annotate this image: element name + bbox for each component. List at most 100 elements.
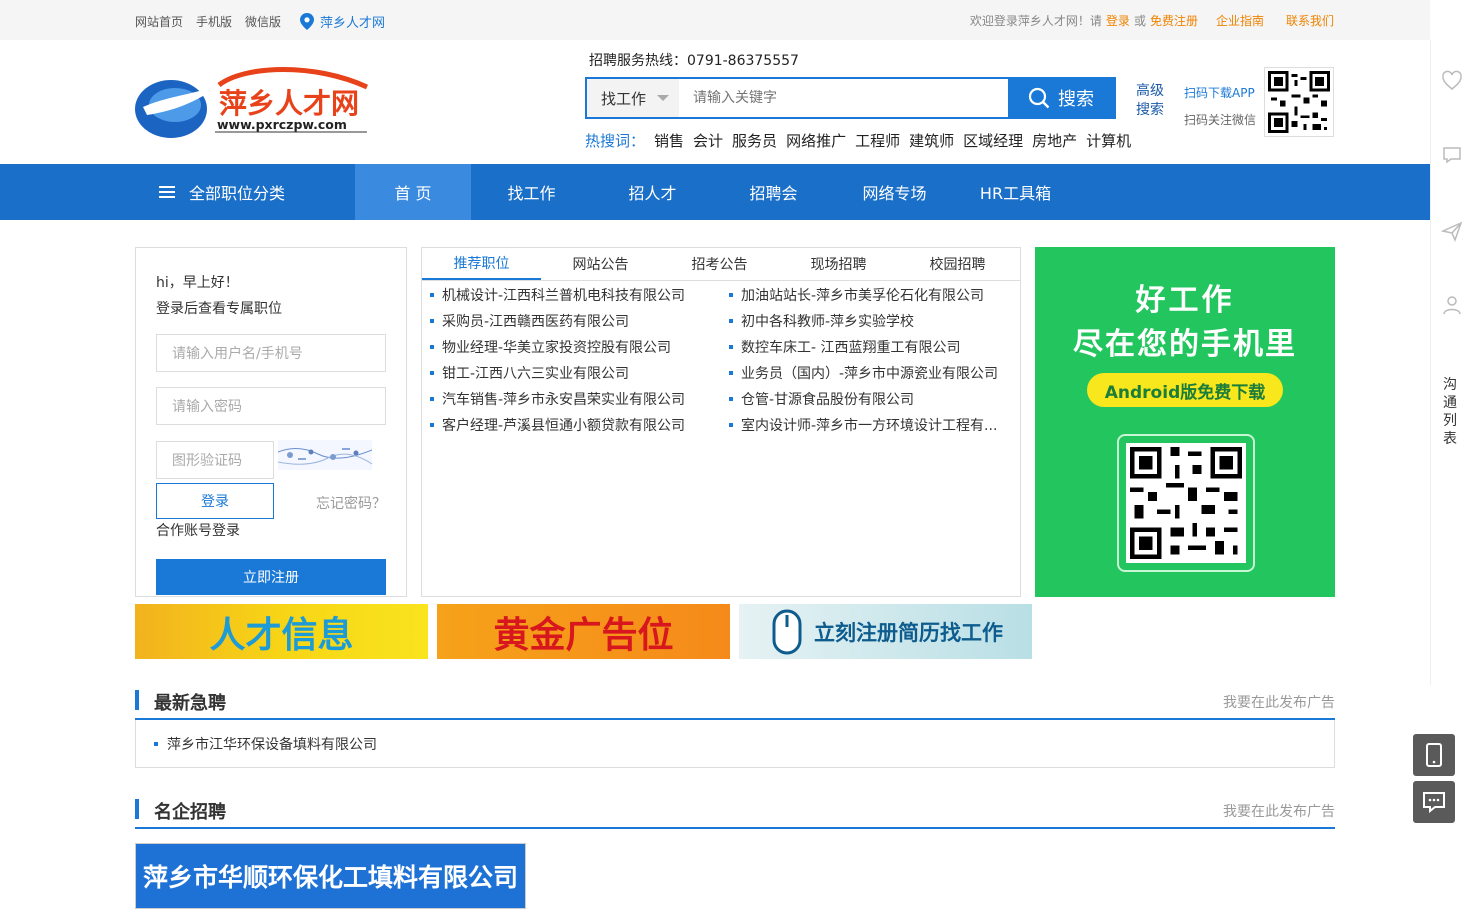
hotline: 招聘服务热线：0791-86375557 (589, 53, 799, 69)
chat-button[interactable] (1413, 781, 1455, 823)
all-categories[interactable]: 全部职位分类 (135, 164, 355, 220)
register-link[interactable]: 免费注册 (1150, 12, 1198, 29)
heart-icon[interactable] (1441, 70, 1463, 92)
famous-section-header: 名企招聘 我要在此发布广告 (135, 799, 1335, 829)
app-download-text[interactable]: 扫码下载APP (1184, 80, 1256, 107)
hot-word[interactable]: 会计 (693, 130, 723, 151)
section-title: 最新急聘 (154, 693, 226, 714)
hot-word[interactable]: 服务员 (732, 130, 777, 151)
hot-word[interactable]: 区域经理 (963, 130, 1023, 151)
mobile-button[interactable] (1413, 734, 1455, 776)
tab-exam[interactable]: 招考公告 (660, 248, 779, 280)
tab-notice[interactable]: 网站公告 (541, 248, 660, 280)
tab-campus[interactable]: 校园招聘 (898, 248, 1017, 280)
list-item[interactable]: 业务员（国内）-萍乡市中源瓷业有限公司 (727, 360, 1012, 386)
tab-onsite[interactable]: 现场招聘 (779, 248, 898, 280)
hot-word[interactable]: 房地产 (1032, 130, 1077, 151)
section-title: 名企招聘 (154, 802, 226, 823)
message-icon[interactable] (1441, 144, 1463, 166)
search-input[interactable] (679, 79, 1008, 117)
logo-url: www.pxrczpw.com (217, 117, 347, 132)
captcha-image[interactable] (277, 440, 373, 470)
list-item[interactable]: 物业经理-华美立家投资控股有限公司 (428, 334, 713, 360)
password-input[interactable]: 请输入密码 (156, 387, 386, 425)
location-text: 萍乡人才网 (320, 16, 386, 31)
or-text: 或 (1133, 14, 1146, 28)
advanced-search-link[interactable]: 高级搜索 (1136, 82, 1166, 120)
guide-link[interactable]: 企业指南 (1216, 12, 1264, 29)
mouse-icon (772, 609, 802, 654)
list-item[interactable]: 机械设计-江西科兰普机电科技有限公司 (428, 282, 713, 308)
login-button[interactable]: 登录 (156, 483, 274, 519)
nav-home[interactable]: 首 页 (355, 164, 471, 220)
search-type-select[interactable]: 找工作 (587, 79, 679, 117)
register-button[interactable]: 立即注册 (156, 559, 386, 595)
tab-recommended[interactable]: 推荐职位 (422, 248, 541, 280)
site-logo[interactable]: 萍乡人才网 www.pxrczpw.com (135, 67, 375, 138)
hot-search: 热搜词： 销售 会计 服务员 网络推广 工程师 建筑师 区域经理 房地产 计算机 (585, 130, 1131, 151)
job-list: 机械设计-江西科兰普机电科技有限公司 加油站站长-萍乡市美孚伦石化有限公司 采购… (428, 282, 1026, 438)
banner-gold-ad[interactable]: 黄金广告位 (437, 604, 730, 659)
list-item[interactable]: 室内设计师-萍乡市一方环境设计工程有... (727, 412, 1012, 438)
send-icon[interactable] (1441, 220, 1463, 242)
list-item[interactable]: 钳工-江西八六三实业有限公司 (428, 360, 713, 386)
chat-list-label[interactable]: 沟通列表 (1443, 376, 1459, 448)
search-type-value: 找工作 (601, 89, 647, 108)
location-pin-icon (300, 13, 315, 30)
company-banner[interactable]: 萍乡市华顺环保化工填料有限公司 (135, 843, 526, 909)
hot-word[interactable]: 网络推广 (786, 130, 846, 151)
contact-link[interactable]: 联系我们 (1286, 12, 1334, 29)
list-item[interactable]: 仓管-甘源食品股份有限公司 (727, 386, 1012, 412)
nav-find-job[interactable]: 找工作 (471, 164, 592, 220)
list-item[interactable]: 采购员-江西赣西医药有限公司 (428, 308, 713, 334)
all-categories-label: 全部职位分类 (189, 184, 286, 203)
header: 萍乡人才网 www.pxrczpw.com 招聘服务热线：0791-863755… (0, 40, 1430, 164)
banner-talent-info[interactable]: 人才信息 (135, 604, 428, 659)
nav-find-talent[interactable]: 招人才 (592, 164, 713, 220)
username-input[interactable]: 请输入用户名/手机号 (156, 334, 386, 372)
captcha-input[interactable]: 图形验证码 (156, 441, 274, 479)
list-item[interactable]: 加油站站长-萍乡市美孚伦石化有限公司 (727, 282, 1012, 308)
search-bar: 找工作 搜索 (585, 77, 1116, 119)
hot-word[interactable]: 销售 (654, 130, 684, 151)
list-item[interactable]: 萍乡市江华环保设备填料有限公司 (154, 734, 377, 754)
hot-word[interactable]: 计算机 (1086, 130, 1131, 151)
list-item[interactable]: 数控车床工- 江西蓝翔重工有限公司 (727, 334, 1012, 360)
app-ad[interactable]: 好工作 尽在您的手机里 Android版免费下载 (1035, 247, 1335, 597)
logo-graphic: 萍乡人才网 www.pxrczpw.com (135, 67, 369, 138)
main-nav: 全部职位分类 首 页 找工作 招人才 招聘会 网络专场 HR工具箱 (0, 164, 1430, 220)
ad-title: 好工作 (1135, 283, 1235, 318)
wechat-link[interactable]: 微信版 (245, 13, 281, 30)
phone-icon (1426, 743, 1442, 767)
post-ad-link[interactable]: 我要在此发布广告 (1223, 801, 1335, 821)
search-button[interactable]: 搜索 (1008, 79, 1114, 117)
list-item[interactable]: 汽车销售-萍乡市永安昌荣实业有限公司 (428, 386, 713, 412)
list-item[interactable]: 初中各科教师-萍乡实验学校 (727, 308, 1012, 334)
location-selector[interactable]: 萍乡人才网 (300, 12, 385, 31)
hot-word[interactable]: 建筑师 (909, 130, 954, 151)
app-qr-code (1117, 434, 1255, 572)
qr-code (1264, 67, 1334, 137)
partner-login[interactable]: 合作账号登录 (156, 520, 240, 540)
mobile-link[interactable]: 手机版 (196, 13, 232, 30)
right-rail: 沟通列表 (1430, 40, 1470, 685)
forgot-password-link[interactable]: 忘记密码？ (316, 493, 386, 513)
login-link[interactable]: 登录 (1106, 12, 1130, 29)
android-download-button[interactable]: Android版免费下载 (1087, 373, 1283, 407)
user-icon[interactable] (1441, 294, 1463, 316)
list-item[interactable]: 客户经理-芦溪县恒通小额贷款有限公司 (428, 412, 713, 438)
top-right: 欢迎登录萍乡人才网！请 登录 或 免费注册 企业指南 联系我们 (970, 12, 1334, 29)
nav-hr-tools[interactable]: HR工具箱 (955, 164, 1076, 220)
nav-job-fair[interactable]: 招聘会 (713, 164, 834, 220)
search-icon (1028, 87, 1050, 109)
hot-word[interactable]: 工程师 (855, 130, 900, 151)
nav-online-fair[interactable]: 网络专场 (834, 164, 955, 220)
banner-register-text: 立刻注册简历找工作 (814, 620, 1003, 645)
home-link[interactable]: 网站首页 (135, 13, 183, 30)
banner-register-resume[interactable]: 立刻注册简历找工作 (739, 604, 1032, 659)
greeting: hi，早上好！ (156, 275, 239, 291)
post-ad-link[interactable]: 我要在此发布广告 (1223, 692, 1335, 712)
caret-down-icon (657, 95, 669, 101)
login-panel: hi，早上好！ 登录后查看专属职位 请输入用户名/手机号 请输入密码 图形验证码… (135, 247, 407, 597)
job-tabs: 推荐职位 网站公告 招考公告 现场招聘 校园招聘 (422, 248, 1020, 281)
